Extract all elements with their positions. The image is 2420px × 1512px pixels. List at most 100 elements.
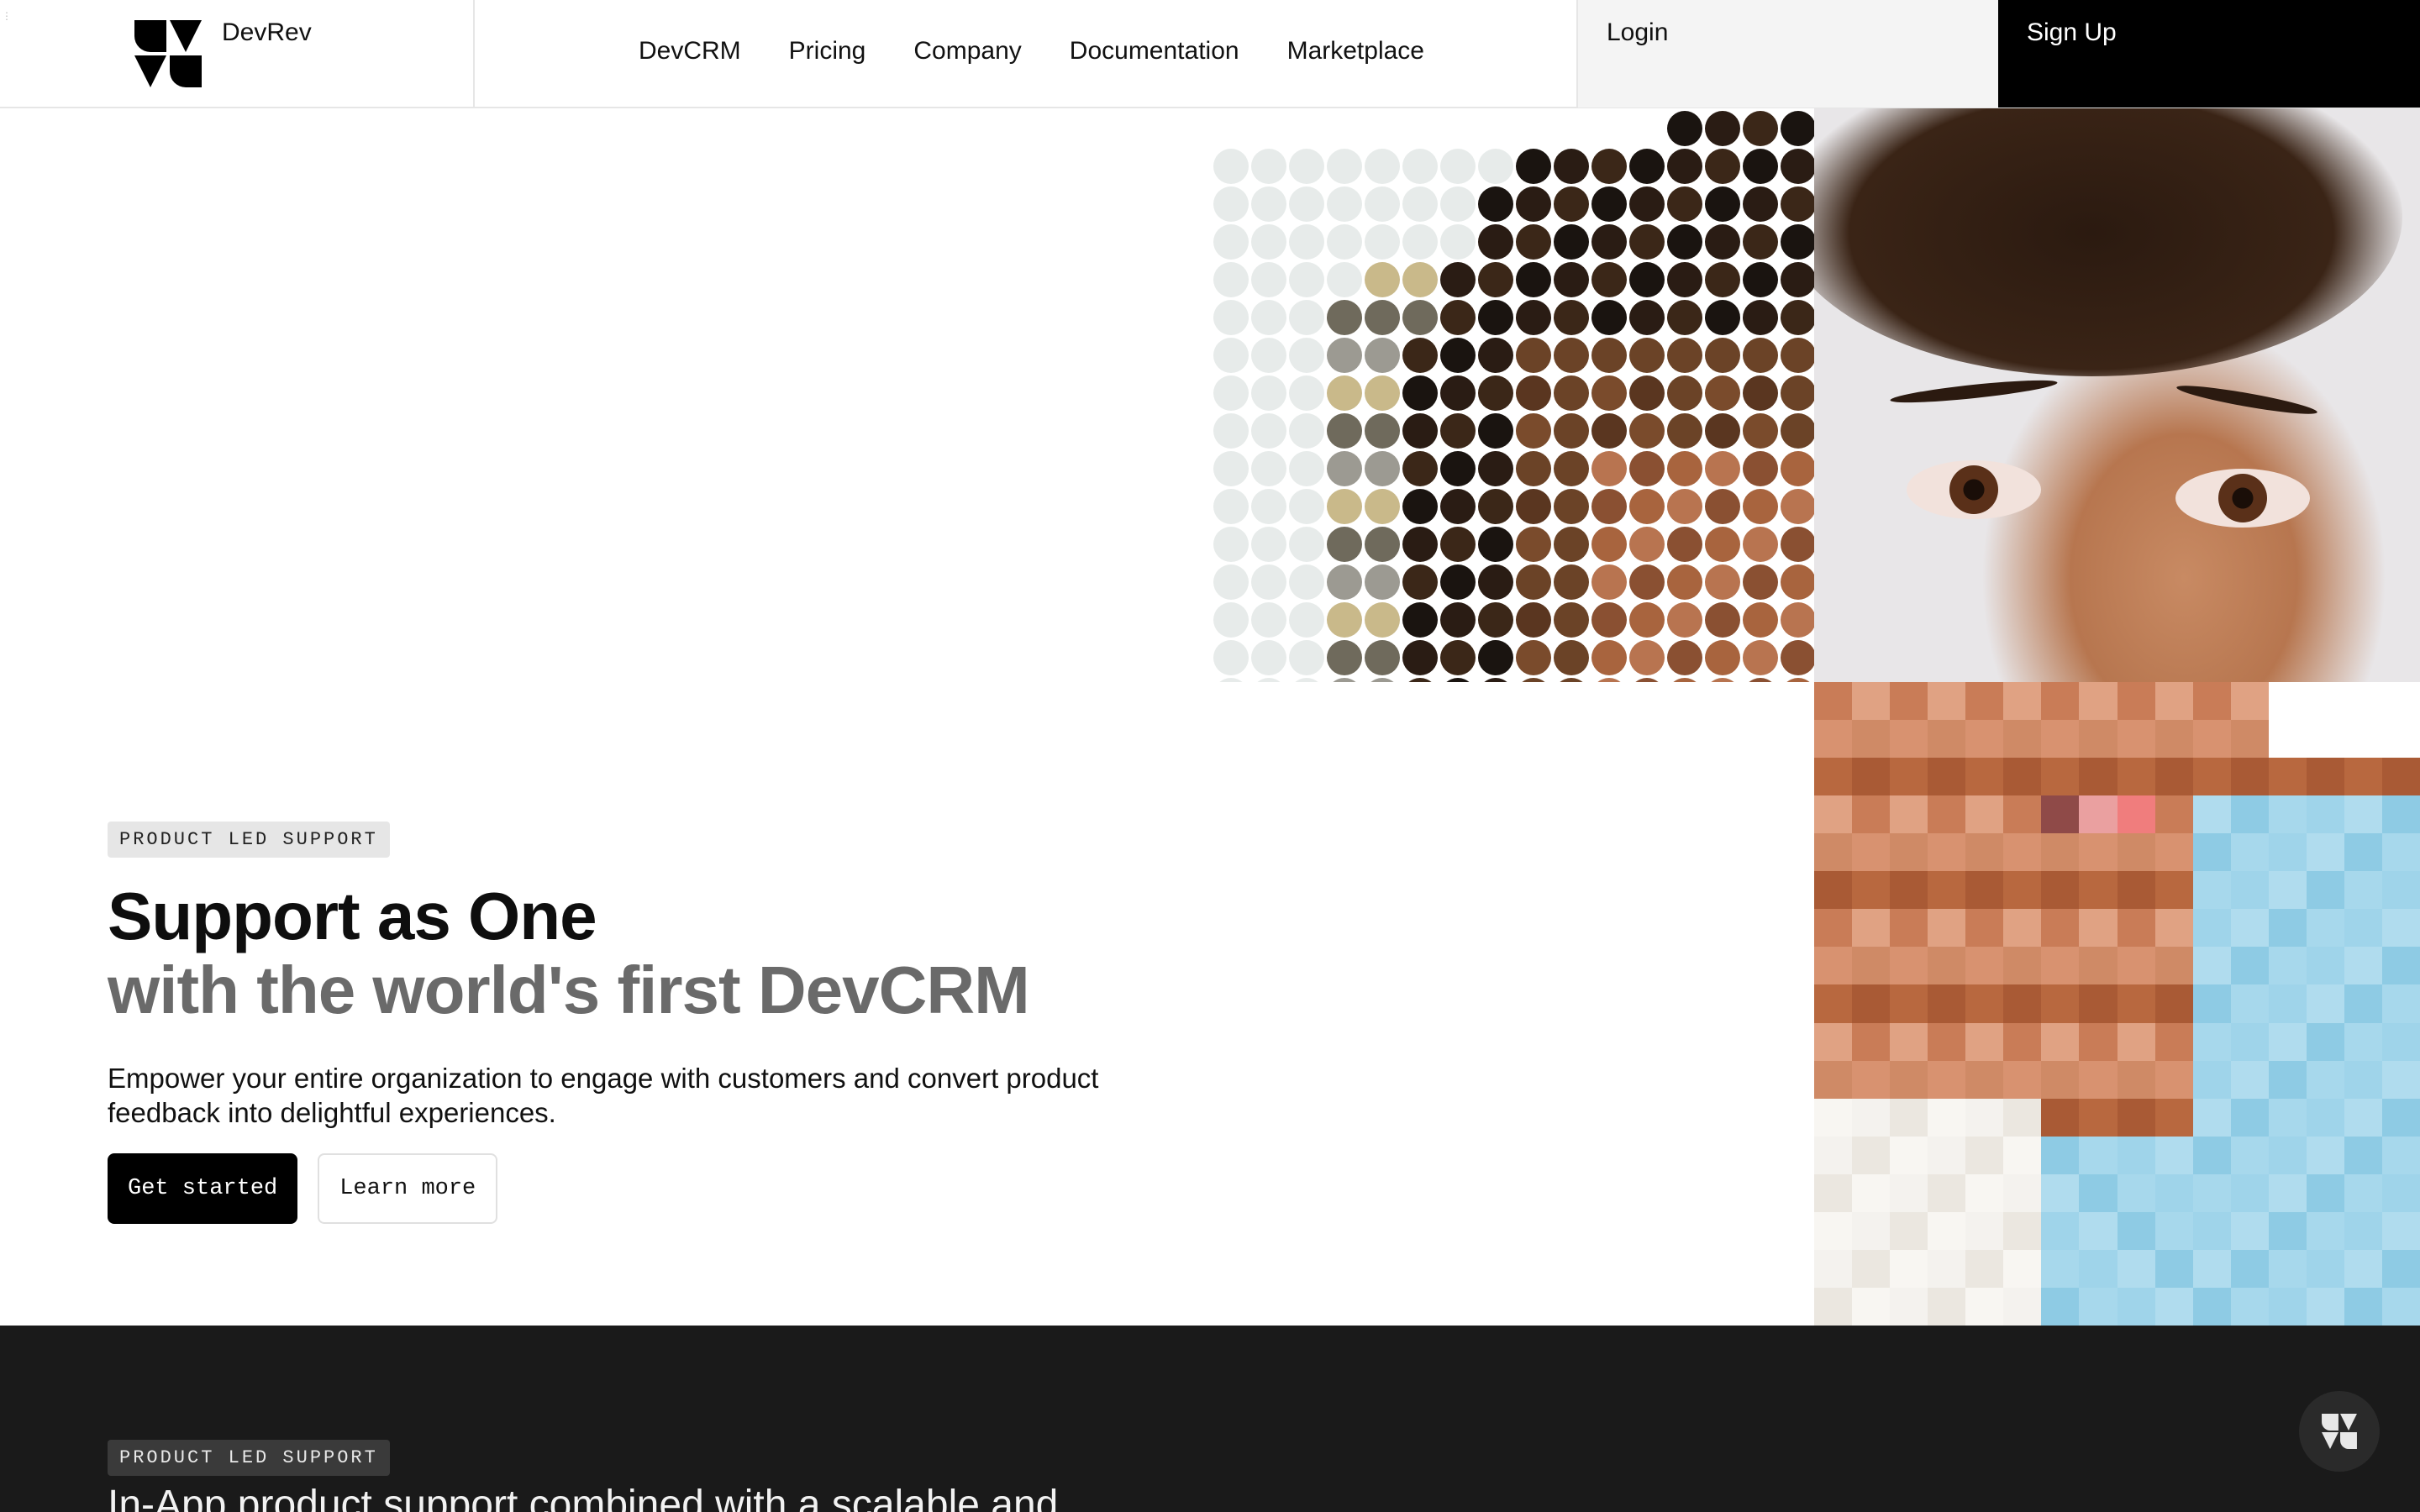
portrait-dot: [1629, 111, 1665, 146]
mosaic-tile: [1965, 682, 2004, 721]
mosaic-tile: [2117, 1022, 2155, 1061]
mosaic-tile: [1852, 1060, 1891, 1099]
portrait-dot: [1213, 224, 1249, 260]
mosaic-tile: [2154, 795, 2193, 834]
mosaic-tile: [2117, 795, 2155, 834]
portrait-dot: [1440, 186, 1476, 222]
portrait-dot: [1213, 527, 1249, 562]
portrait-dot: [1629, 489, 1665, 524]
get-started-button[interactable]: Get started: [108, 1153, 298, 1224]
portrait-dot: [1705, 186, 1740, 222]
portrait-dot: [1365, 564, 1400, 600]
mosaic-tile: [2230, 947, 2269, 985]
mosaic-tile: [1814, 720, 1853, 759]
portrait-dot: [1516, 451, 1551, 486]
portrait-dot: [1251, 564, 1286, 600]
portrait-dot: [1516, 413, 1551, 449]
portrait-dot: [1478, 527, 1513, 562]
signup-button[interactable]: Sign Up: [1998, 0, 2420, 108]
mosaic-tile: [2192, 984, 2231, 1023]
mosaic-tile: [1814, 1022, 1853, 1061]
portrait-dot: [1440, 262, 1476, 297]
mosaic-tile: [2344, 833, 2382, 872]
mosaic-tile: [2230, 1173, 2269, 1212]
portrait-dot: [1591, 527, 1627, 562]
portrait-dot: [1327, 640, 1362, 675]
mosaic-tile: [1965, 720, 2004, 759]
mosaic-tile: [2079, 1060, 2118, 1099]
nav-devcrm[interactable]: DevCRM: [639, 37, 741, 66]
mosaic-tile: [2268, 1060, 2307, 1099]
mosaic-tile: [2344, 947, 2382, 985]
nav-pricing[interactable]: Pricing: [789, 37, 866, 66]
portrait-dot: [1440, 489, 1476, 524]
mosaic-tile: [2230, 1249, 2269, 1288]
portrait-dot: [1629, 224, 1665, 260]
portrait-dot: [1781, 149, 1814, 184]
mosaic-tile: [1852, 758, 1891, 796]
learn-more-button[interactable]: Learn more: [318, 1153, 498, 1224]
mosaic-tile: [2306, 682, 2344, 721]
portrait-dot: [1289, 149, 1324, 184]
portrait-dot: [1743, 111, 1778, 146]
mosaic-tile: [2079, 947, 2118, 985]
portrait-dot: [1289, 111, 1324, 146]
portrait-dot: [1327, 224, 1362, 260]
mosaic-tile: [1965, 1287, 2004, 1326]
portrait-dot: [1749, 678, 1772, 682]
mosaic-tile: [1965, 795, 2004, 834]
mosaic-tile: [1965, 871, 2004, 910]
hero-section: PRODUCT LED SUPPORT Support as One with …: [108, 822, 1200, 1224]
mosaic-tile: [2381, 1136, 2420, 1174]
mosaic-tile: [2041, 833, 2080, 872]
mosaic-tile: [2344, 1060, 2382, 1099]
brand-link[interactable]: DevRev: [0, 0, 475, 108]
mosaic-tile: [2306, 758, 2344, 796]
mosaic-tile: [2306, 871, 2344, 910]
hero-subheadline: with the world's first DevCRM: [108, 953, 1030, 1027]
portrait-dot: [1591, 300, 1627, 335]
mosaic-tile: [2344, 1173, 2382, 1212]
portrait-dot: [1635, 678, 1659, 682]
mosaic-tile: [2041, 871, 2080, 910]
mosaic-tile: [1814, 909, 1853, 948]
mosaic-tile: [2268, 947, 2307, 985]
mosaic-tile: [2381, 833, 2420, 872]
brand-name: DevRev: [222, 18, 312, 46]
mosaic-tile: [2117, 720, 2155, 759]
portrait-dot: [1667, 111, 1702, 146]
mosaic-tile: [2381, 1287, 2420, 1326]
portrait-dot: [1478, 111, 1513, 146]
mosaic-tile: [2003, 795, 2042, 834]
portrait-dot: [1629, 186, 1665, 222]
portrait-dot: [1213, 375, 1249, 411]
login-button[interactable]: Login: [1576, 0, 1998, 108]
nav-company[interactable]: Company: [913, 37, 1021, 66]
portrait-dot: [1289, 375, 1324, 411]
portrait-dot: [1440, 149, 1476, 184]
portrait-dot: [1370, 678, 1394, 682]
portrait-dot: [1251, 300, 1286, 335]
hero-cta-row: Get started Learn more: [108, 1153, 1200, 1224]
portrait-dot: [1478, 413, 1513, 449]
hero-description: Empower your entire organization to enga…: [108, 1063, 1099, 1128]
mosaic-tile: [1928, 795, 1966, 834]
mosaic-tile: [2381, 682, 2420, 721]
chat-launcher-button[interactable]: [2299, 1391, 2380, 1472]
portrait-dot: [1516, 527, 1551, 562]
mosaic-tile: [1852, 909, 1891, 948]
nav-documentation[interactable]: Documentation: [1070, 37, 1239, 66]
mosaic-tile: [2344, 984, 2382, 1023]
mosaic-tile: [1890, 720, 1928, 759]
mosaic-tile: [2117, 833, 2155, 872]
mosaic-tile: [2306, 720, 2344, 759]
portrait-dot: [1667, 489, 1702, 524]
portrait-dot: [1327, 451, 1362, 486]
portrait-dot: [1516, 149, 1551, 184]
portrait-dot: [1667, 564, 1702, 600]
portrait-dot: [1743, 640, 1778, 675]
nav-marketplace[interactable]: Marketplace: [1287, 37, 1424, 66]
mosaic-tile: [1928, 1098, 1966, 1137]
portrait-dot: [1327, 375, 1362, 411]
mosaic-tile: [2344, 720, 2382, 759]
